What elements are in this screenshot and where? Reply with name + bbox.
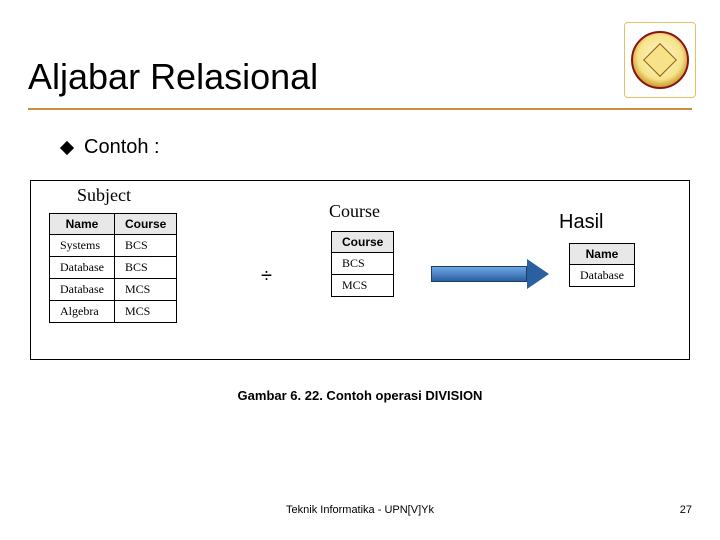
table-row: MCS bbox=[332, 275, 394, 297]
table-row: AlgebraMCS bbox=[50, 301, 177, 323]
result-table: Name Database bbox=[569, 243, 635, 287]
university-logo bbox=[624, 22, 696, 98]
subject-label: Subject bbox=[77, 185, 131, 206]
figure-caption: Gambar 6. 22. Contoh operasi DIVISION bbox=[0, 388, 720, 403]
table-row: SystemsBCS bbox=[50, 235, 177, 257]
subject-header-name: Name bbox=[50, 214, 115, 235]
title-underline bbox=[28, 108, 692, 110]
division-operator: ÷ bbox=[261, 265, 272, 288]
table-row: DatabaseBCS bbox=[50, 257, 177, 279]
result-label: Hasil bbox=[559, 211, 603, 234]
page-number: 27 bbox=[680, 504, 692, 516]
bullet-text: Contoh : bbox=[84, 136, 160, 159]
course-header: Course bbox=[332, 232, 394, 253]
bullet-diamond-icon bbox=[60, 140, 74, 154]
course-table: Course BCS MCS bbox=[331, 231, 394, 297]
diagram-container: Subject Course Hasil Name Course Systems… bbox=[30, 180, 690, 360]
subject-table: Name Course SystemsBCS DatabaseBCS Datab… bbox=[49, 213, 177, 323]
arrow-right-icon bbox=[431, 259, 551, 289]
table-row: BCS bbox=[332, 253, 394, 275]
course-label: Course bbox=[329, 201, 380, 222]
footer-center: Teknik Informatika - UPN[V]Yk bbox=[0, 504, 720, 516]
table-row: DatabaseMCS bbox=[50, 279, 177, 301]
logo-seal-icon bbox=[631, 31, 689, 89]
table-row: Database bbox=[570, 265, 635, 287]
bullet-item: Contoh : bbox=[62, 136, 160, 159]
result-header: Name bbox=[570, 244, 635, 265]
subject-header-course: Course bbox=[114, 214, 176, 235]
slide-title: Aljabar Relasional bbox=[28, 56, 318, 98]
slide: Aljabar Relasional Contoh : Subject Cour… bbox=[0, 0, 720, 540]
